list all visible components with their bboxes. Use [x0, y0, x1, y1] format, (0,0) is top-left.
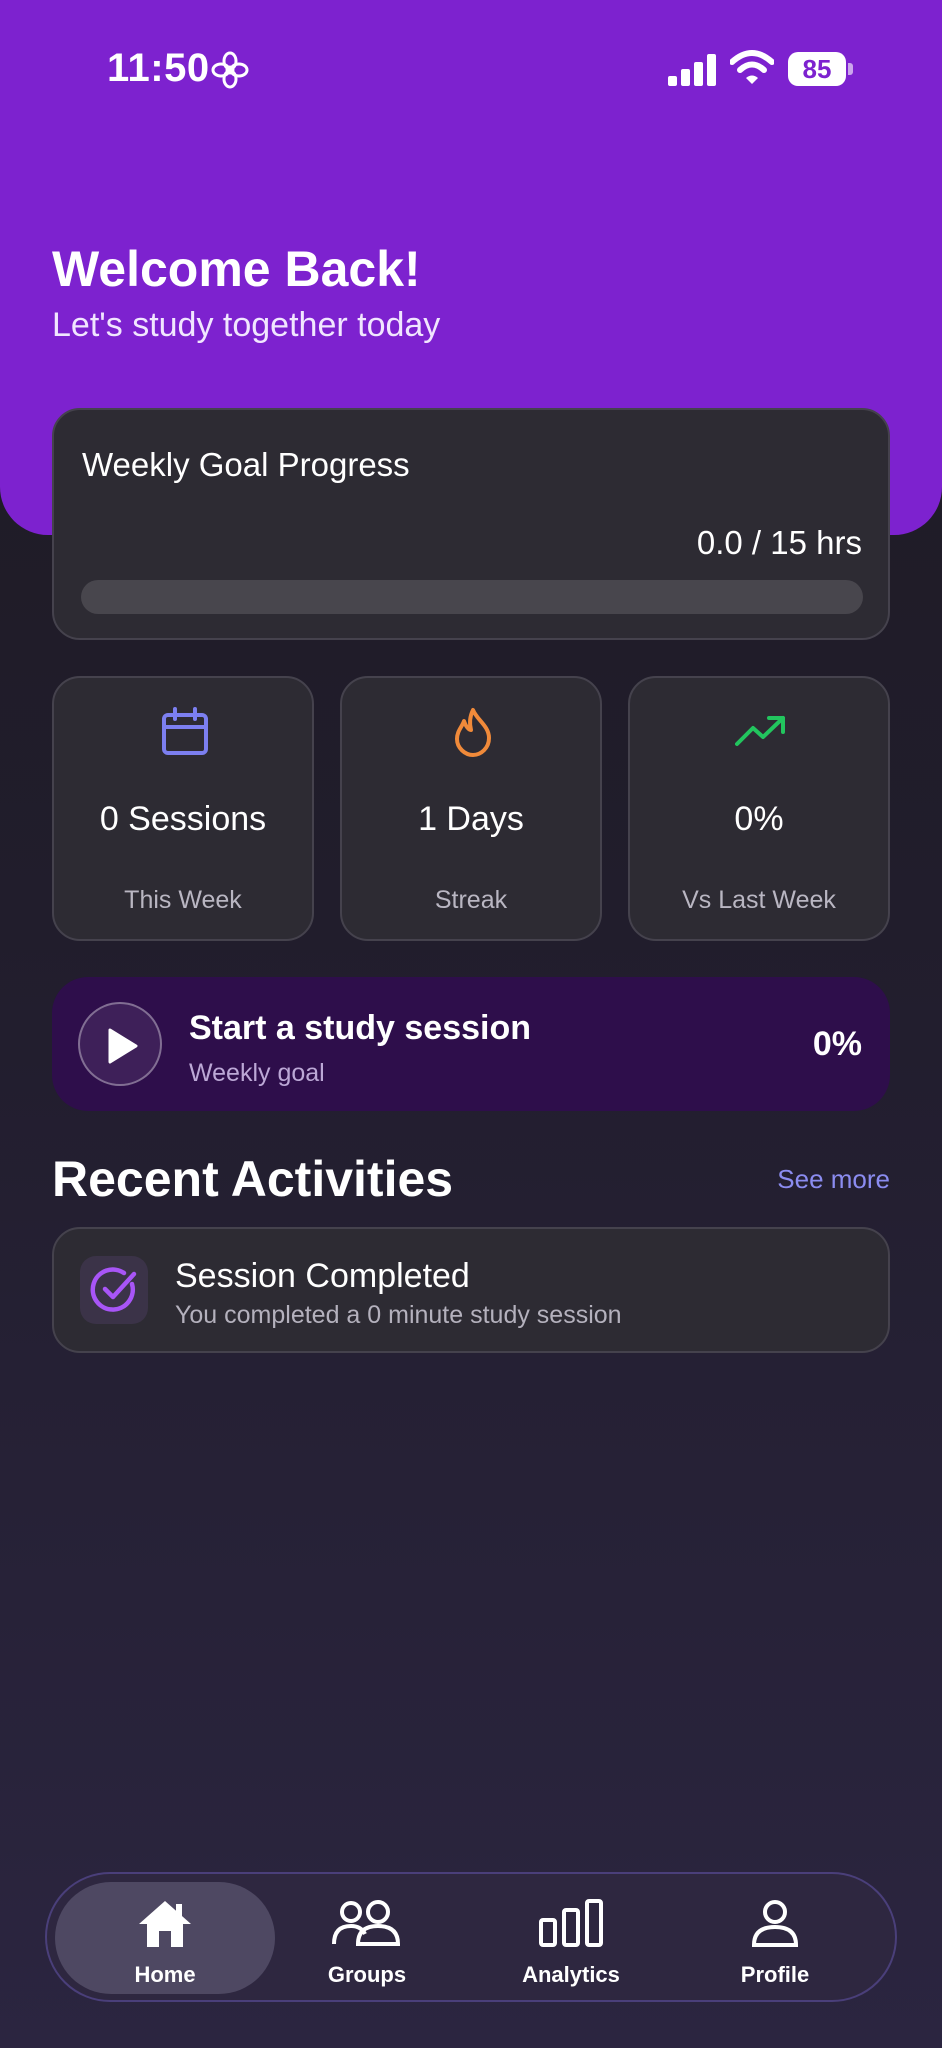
users-icon: [332, 1900, 401, 1946]
stat-card-sessions[interactable]: 0 Sessions This Week: [52, 676, 314, 941]
calendar-icon: [162, 707, 208, 755]
activity-title: Session Completed: [175, 1257, 470, 1295]
nav-label-groups: Groups: [327, 1962, 407, 1987]
page-subtitle: Let's study together today: [52, 306, 441, 344]
weekly-goal-card[interactable]: Weekly Goal Progress 0.0 / 15 hrs: [52, 408, 890, 640]
weekly-goal-value: 0.0 / 15 hrs: [696, 524, 862, 561]
cellular-signal-icon: [668, 54, 716, 86]
page-title: Welcome Back!: [52, 241, 421, 297]
nav-item-groups[interactable]: Groups: [257, 1882, 477, 1994]
see-more-link[interactable]: See more: [777, 1164, 890, 1195]
stat-card-trend[interactable]: 0% Vs Last Week: [628, 676, 890, 941]
battery-indicator: 85: [788, 52, 853, 86]
activity-icon-container: [80, 1256, 148, 1324]
flower-icon: [211, 51, 249, 89]
stat-label-streak: Streak: [434, 886, 508, 914]
bottom-navigation: Home Groups Analytics Profile: [45, 1872, 897, 2002]
play-button[interactable]: [78, 1002, 162, 1086]
recent-activities-title: Recent Activities: [52, 1151, 454, 1207]
activity-item[interactable]: Session Completed You completed a 0 minu…: [52, 1227, 890, 1353]
session-banner-title: Start a study session: [189, 1009, 532, 1047]
nav-label-profile: Profile: [740, 1962, 810, 1987]
session-banner-subtitle: Weekly goal: [189, 1059, 325, 1087]
weekly-goal-title: Weekly Goal Progress: [82, 446, 410, 483]
nav-item-profile[interactable]: Profile: [665, 1882, 885, 1994]
nav-label-home: Home: [134, 1962, 196, 1987]
stat-card-streak[interactable]: 1 Days Streak: [340, 676, 602, 941]
nav-item-analytics[interactable]: Analytics: [461, 1882, 681, 1994]
wifi-icon: [730, 50, 774, 84]
home-icon: [139, 1901, 191, 1947]
activity-description: You completed a 0 minute study session: [175, 1301, 622, 1329]
status-time: 11:50: [107, 46, 210, 90]
play-icon: [108, 1028, 138, 1064]
nav-label-analytics: Analytics: [522, 1962, 620, 1987]
status-bar: 11:50 85: [0, 0, 942, 140]
weekly-goal-progress-bar: [81, 580, 863, 614]
check-circle-icon: [90, 1267, 137, 1312]
nav-item-home[interactable]: Home: [55, 1882, 275, 1994]
battery-level: 85: [802, 54, 832, 84]
stat-value-sessions: 0 Sessions: [99, 800, 267, 838]
stat-value-trend: 0%: [734, 800, 784, 838]
stat-value-streak: 1 Days: [418, 800, 524, 838]
session-banner-percent: 0%: [812, 1025, 862, 1063]
start-session-banner[interactable]: Start a study session Weekly goal 0%: [52, 977, 890, 1111]
user-icon: [751, 1900, 799, 1947]
flame-icon: [455, 708, 491, 757]
bar-chart-icon: [539, 1899, 603, 1947]
trending-up-icon: [735, 716, 785, 746]
stat-label-trend: Vs Last Week: [682, 886, 836, 914]
stat-label-sessions: This Week: [124, 886, 242, 914]
